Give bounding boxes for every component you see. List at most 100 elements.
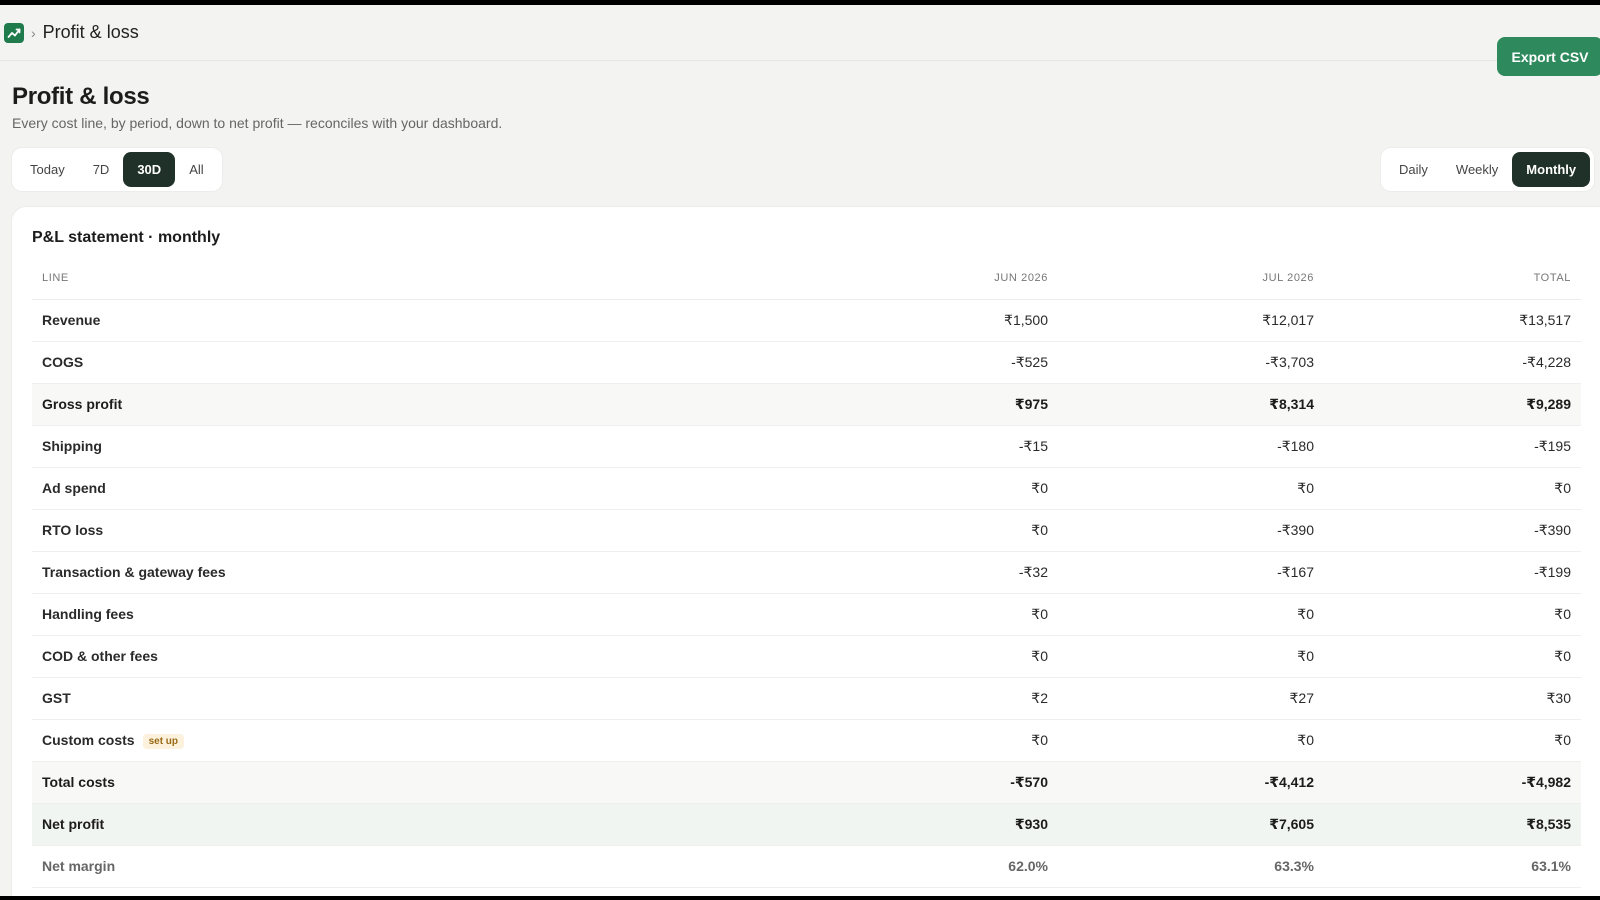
cell-jul: ₹8,314: [1048, 383, 1314, 426]
table-row: RTO loss ₹0 -₹390 -₹390: [32, 509, 1581, 552]
trend-up-icon[interactable]: [4, 22, 24, 43]
cell-jul: 63.3%: [1048, 845, 1314, 888]
cell-jun: ₹1,500: [848, 299, 1048, 342]
row-label-cell: Shipping: [32, 425, 848, 468]
breadcrumb-title: Profit & loss: [42, 22, 139, 42]
cell-total: ₹9,289: [1314, 383, 1581, 426]
cell-jun: ₹975: [848, 383, 1048, 426]
row-label-cell: Net margin: [32, 845, 848, 888]
column-header-line: LINE: [32, 258, 848, 300]
table-body: Revenue ₹1,500 ₹12,017 ₹13,517 COGS -₹525 -₹3,…: [32, 299, 1581, 888]
row-label: Transaction & gateway fees: [42, 564, 226, 580]
row-label-cell: Custom costs set up: [32, 719, 848, 762]
pl-statement-card: P&L statement · monthly LINE JUN 2026 JU…: [12, 207, 1600, 896]
row-label-cell: Handling fees: [32, 593, 848, 636]
table-row: Gross profit ₹975 ₹8,314 ₹9,289: [32, 383, 1581, 426]
breadcrumb-separator: ›: [31, 24, 36, 41]
cell-jul: ₹0: [1048, 467, 1314, 510]
cell-total: ₹13,517: [1314, 299, 1581, 342]
card-title: P&L statement · monthly: [32, 229, 221, 246]
row-label: COGS: [42, 354, 84, 370]
row-label-cell: GST: [32, 677, 848, 720]
table-row: Shipping -₹15 -₹180 -₹195: [32, 425, 1581, 468]
cell-jun: -₹570: [848, 761, 1048, 804]
row-label-cell: Total costs: [32, 761, 848, 804]
row-label: Total costs: [42, 774, 115, 790]
row-label-cell: RTO loss: [32, 509, 848, 552]
cell-jun: ₹0: [848, 467, 1048, 510]
cell-total: -₹4,228: [1314, 341, 1581, 384]
cell-jun: ₹0: [848, 593, 1048, 636]
row-label: Net margin: [42, 858, 116, 874]
table-row: Net margin 62.0% 63.3% 63.1%: [32, 845, 1581, 888]
cell-total: -₹195: [1314, 425, 1581, 468]
range-30d[interactable]: 30D: [123, 152, 176, 187]
cell-jul: -₹390: [1048, 509, 1314, 552]
row-label: Custom costs: [42, 731, 135, 748]
cell-jul: -₹3,703: [1048, 341, 1314, 384]
export-csv-button[interactable]: Export CSV: [1497, 37, 1600, 76]
granularity-monthly[interactable]: Monthly: [1512, 152, 1591, 187]
cell-total: ₹8,535: [1314, 803, 1581, 846]
table-row: COD & other fees ₹0 ₹0 ₹0: [32, 635, 1581, 678]
cell-total: ₹0: [1314, 719, 1581, 762]
row-label: Handling fees: [42, 606, 134, 622]
cell-jun: -₹15: [848, 425, 1048, 468]
cell-total: ₹0: [1314, 467, 1581, 510]
date-range-selector: Today 7D 30D All: [12, 148, 222, 191]
table-row: Custom costs set up ₹0 ₹0 ₹0: [32, 719, 1581, 762]
cell-jul: ₹0: [1048, 635, 1314, 678]
app-frame: › Profit & loss Profit & loss Every cost…: [0, 5, 1600, 896]
table-row: Handling fees ₹0 ₹0 ₹0: [32, 593, 1581, 636]
cell-jul: ₹0: [1048, 719, 1314, 762]
page-subtitle: Every cost line, by period, down to net …: [12, 115, 503, 131]
cell-total: -₹199: [1314, 551, 1581, 594]
column-header-jun: JUN 2026: [848, 258, 1048, 300]
row-label-cell: Revenue: [32, 299, 848, 342]
range-today[interactable]: Today: [16, 152, 79, 187]
granularity-weekly[interactable]: Weekly: [1442, 152, 1512, 187]
cell-jun: 62.0%: [848, 845, 1048, 888]
pl-table: LINE JUN 2026 JUL 2026 TOTAL Revenue ₹1,5…: [32, 258, 1581, 888]
table-row: GST ₹2 ₹27 ₹30: [32, 677, 1581, 720]
cell-total: ₹0: [1314, 635, 1581, 678]
row-label: Revenue: [42, 312, 101, 328]
granularity-daily[interactable]: Daily: [1385, 152, 1442, 187]
range-7d[interactable]: 7D: [79, 152, 124, 187]
cell-jun: ₹2: [848, 677, 1048, 720]
column-header-total: TOTAL: [1314, 258, 1581, 300]
row-label-cell: COD & other fees: [32, 635, 848, 678]
row-label: Gross profit: [42, 396, 123, 412]
cell-jun: ₹0: [848, 509, 1048, 552]
cell-total: -₹390: [1314, 509, 1581, 552]
row-label: GST: [42, 690, 71, 706]
row-label: RTO loss: [42, 522, 104, 538]
table-row: Revenue ₹1,500 ₹12,017 ₹13,517: [32, 299, 1581, 342]
cell-jul: ₹0: [1048, 593, 1314, 636]
column-header-jul: JUL 2026: [1048, 258, 1314, 300]
page-title: Profit & loss: [12, 83, 150, 110]
row-label-cell: COGS: [32, 341, 848, 384]
row-label: Ad spend: [42, 480, 106, 496]
cell-total: ₹30: [1314, 677, 1581, 720]
cell-jul: -₹4,412: [1048, 761, 1314, 804]
cell-jul: -₹180: [1048, 425, 1314, 468]
row-label: COD & other fees: [42, 648, 158, 664]
row-label-cell: Gross profit: [32, 383, 848, 426]
row-label: Net profit: [42, 816, 105, 832]
table-header-row: LINE JUN 2026 JUL 2026 TOTAL: [32, 258, 1581, 300]
setup-badge[interactable]: set up: [142, 733, 185, 749]
cell-total: ₹0: [1314, 593, 1581, 636]
cell-jul: ₹12,017: [1048, 299, 1314, 342]
cell-jun: -₹525: [848, 341, 1048, 384]
cell-total: -₹4,982: [1314, 761, 1581, 804]
range-all[interactable]: All: [175, 152, 217, 187]
table-row: Ad spend ₹0 ₹0 ₹0: [32, 467, 1581, 510]
cell-jun: ₹0: [848, 635, 1048, 678]
table-row: Net profit ₹930 ₹7,605 ₹8,535: [32, 803, 1581, 846]
row-label-cell: Ad spend: [32, 467, 848, 510]
row-label-cell: Transaction & gateway fees: [32, 551, 848, 594]
cell-jul: ₹7,605: [1048, 803, 1314, 846]
cell-jul: -₹167: [1048, 551, 1314, 594]
cell-jun: ₹0: [848, 719, 1048, 762]
